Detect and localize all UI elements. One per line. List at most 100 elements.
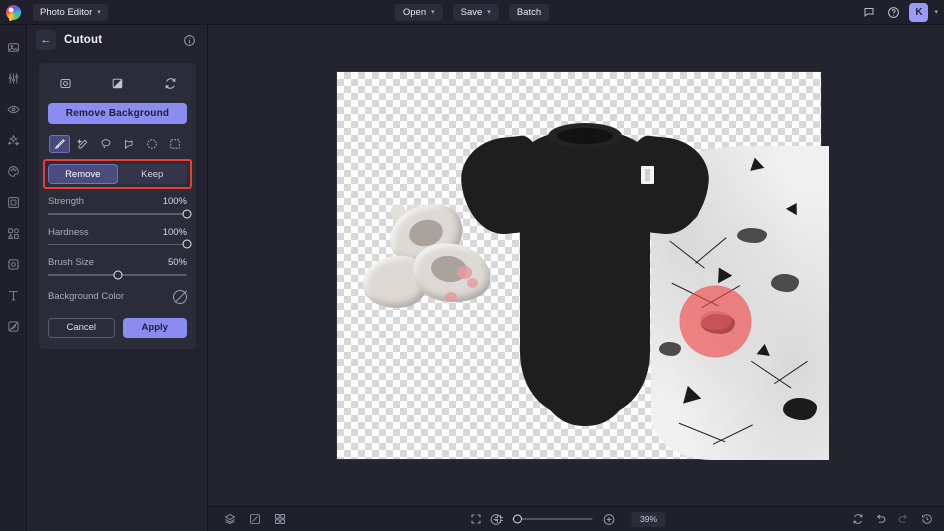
chevron-down-icon: ▾ <box>431 8 435 16</box>
remove-keep-group: Remove Keep <box>43 159 192 189</box>
info-circle-icon[interactable] <box>181 32 198 49</box>
brush-icon[interactable] <box>49 135 70 153</box>
apply-button[interactable]: Apply <box>122 317 187 338</box>
open-button[interactable]: Open ▾ <box>394 3 443 21</box>
avatar-chevron-down-icon[interactable]: ▾ <box>934 9 938 16</box>
colorwheel-logo-icon <box>6 4 21 21</box>
save-button[interactable]: Save ▾ <box>452 3 499 21</box>
help-circle-icon[interactable] <box>884 3 903 22</box>
remove-button[interactable]: Remove <box>48 164 118 184</box>
brush-size-slider-knob[interactable] <box>113 270 122 280</box>
strength-slider-block: Strength 100% <box>48 196 192 219</box>
sidebar-item-mask[interactable] <box>3 316 24 337</box>
lasso-icon[interactable] <box>95 135 116 153</box>
compare-link-icon[interactable] <box>245 510 264 529</box>
sidebar-item-crop[interactable] <box>3 37 24 58</box>
hardness-value: 100% <box>162 226 187 238</box>
hardness-slider-track[interactable] <box>48 239 192 249</box>
background-color-label: Background Color <box>48 291 125 302</box>
layers-icon[interactable] <box>220 510 239 529</box>
sidebar-item-effects[interactable] <box>3 161 24 182</box>
red-brush-stroke <box>681 287 750 356</box>
plush-baby-shoes <box>360 197 497 322</box>
zoom-out-icon[interactable] <box>487 510 506 529</box>
sidebar-item-cutout[interactable] <box>3 254 24 275</box>
left-tool-rail <box>0 25 27 531</box>
remove-keep-segmented-control: Remove Keep <box>48 164 187 184</box>
refresh-reset-icon[interactable] <box>159 73 181 93</box>
rect-select-icon[interactable] <box>165 135 186 153</box>
pattern-mark <box>771 274 799 292</box>
zoom-slider-knob[interactable] <box>512 514 522 524</box>
avatar[interactable]: K <box>909 2 929 22</box>
onesie-neck-hole <box>557 128 613 144</box>
redo-icon[interactable] <box>894 510 913 529</box>
canvas-area[interactable] <box>208 25 944 506</box>
background-color-row: Background Color <box>48 289 187 304</box>
avatar-initial: K <box>915 6 923 18</box>
brush-size-slider-block: Brush Size 50% <box>48 257 187 280</box>
pattern-mark <box>756 342 772 357</box>
ellipse-select-icon[interactable] <box>142 135 163 153</box>
zoom-slider-track[interactable] <box>512 514 593 524</box>
strength-slider-knob[interactable] <box>182 209 192 219</box>
hardness-label: Hardness <box>48 226 89 238</box>
no-color-icon[interactable] <box>173 289 187 304</box>
batch-label: Batch <box>516 6 542 18</box>
sidebar-item-text[interactable] <box>3 285 24 306</box>
polygon-lasso-icon[interactable] <box>119 135 140 153</box>
cancel-button[interactable]: Cancel <box>48 317 115 338</box>
reset-rotate-icon[interactable] <box>848 510 867 529</box>
floral-detail <box>467 278 478 288</box>
keep-button[interactable]: Keep <box>118 164 188 184</box>
cutout-controls-card: Remove Background Remove Keep Strength 1… <box>39 63 196 349</box>
floral-detail <box>457 266 472 279</box>
sidebar-item-frame[interactable] <box>3 192 24 213</box>
chevron-down-icon: ▾ <box>97 8 101 16</box>
hardness-slider-knob[interactable] <box>182 239 192 249</box>
zoom-level-value[interactable]: 39% <box>631 511 666 527</box>
top-bar: Photo Editor ▾ Open ▾ Save ▾ Batch K ▾ <box>0 0 944 25</box>
sidebar-item-adjust[interactable] <box>3 68 24 89</box>
arrow-left-icon[interactable]: ← <box>36 30 56 50</box>
pattern-mark <box>737 228 767 243</box>
mask-preview-icon[interactable] <box>107 73 129 93</box>
batch-button[interactable]: Batch <box>508 3 550 21</box>
remove-background-button[interactable]: Remove Background <box>48 103 187 124</box>
undo-icon[interactable] <box>871 510 890 529</box>
history-clock-icon[interactable] <box>917 510 936 529</box>
bottom-bar: 39% <box>208 506 944 531</box>
sidebar-item-elements[interactable] <box>3 223 24 244</box>
pattern-mark <box>783 398 817 420</box>
brush-size-slider-track[interactable] <box>48 270 187 280</box>
brush-size-value: 50% <box>167 257 187 268</box>
magic-wand-icon[interactable] <box>72 135 93 153</box>
chevron-down-icon: ▾ <box>487 8 491 16</box>
sidebar-item-retouch[interactable] <box>3 99 24 120</box>
photo-editor-window: Photo Editor ▾ Open ▾ Save ▾ Batch K ▾ ←… <box>0 0 944 531</box>
top-bar-center-actions: Open ▾ Save ▾ Batch <box>394 3 550 21</box>
grid-view-icon[interactable] <box>270 510 289 529</box>
app-menu-button[interactable]: Photo Editor ▾ <box>33 3 108 21</box>
garment-tag <box>641 166 654 184</box>
image-canvas[interactable] <box>337 72 829 460</box>
fit-screen-icon[interactable] <box>466 510 485 529</box>
brush-tool-row <box>48 135 187 153</box>
image-content-layer <box>337 72 829 460</box>
panel-actions: Cancel Apply <box>48 317 187 338</box>
object-select-icon[interactable] <box>54 73 76 93</box>
black-onesie-garment <box>457 116 713 426</box>
cutout-mode-row <box>48 73 187 93</box>
page-title: Cutout <box>64 34 103 46</box>
strength-label: Strength <box>48 196 84 207</box>
app-menu-label: Photo Editor <box>40 6 93 18</box>
panel-header: ← Cutout <box>27 25 207 55</box>
sidebar-item-ai[interactable] <box>3 130 24 151</box>
comment-icon[interactable] <box>859 3 878 22</box>
brush-size-label: Brush Size <box>48 257 94 268</box>
history-controls <box>848 510 936 529</box>
strength-slider-track[interactable] <box>48 209 192 219</box>
zoom-in-icon[interactable] <box>600 510 619 529</box>
floral-detail <box>445 292 457 302</box>
cutout-panel: ← Cutout Remove Background Remove Keep S… <box>27 25 208 531</box>
